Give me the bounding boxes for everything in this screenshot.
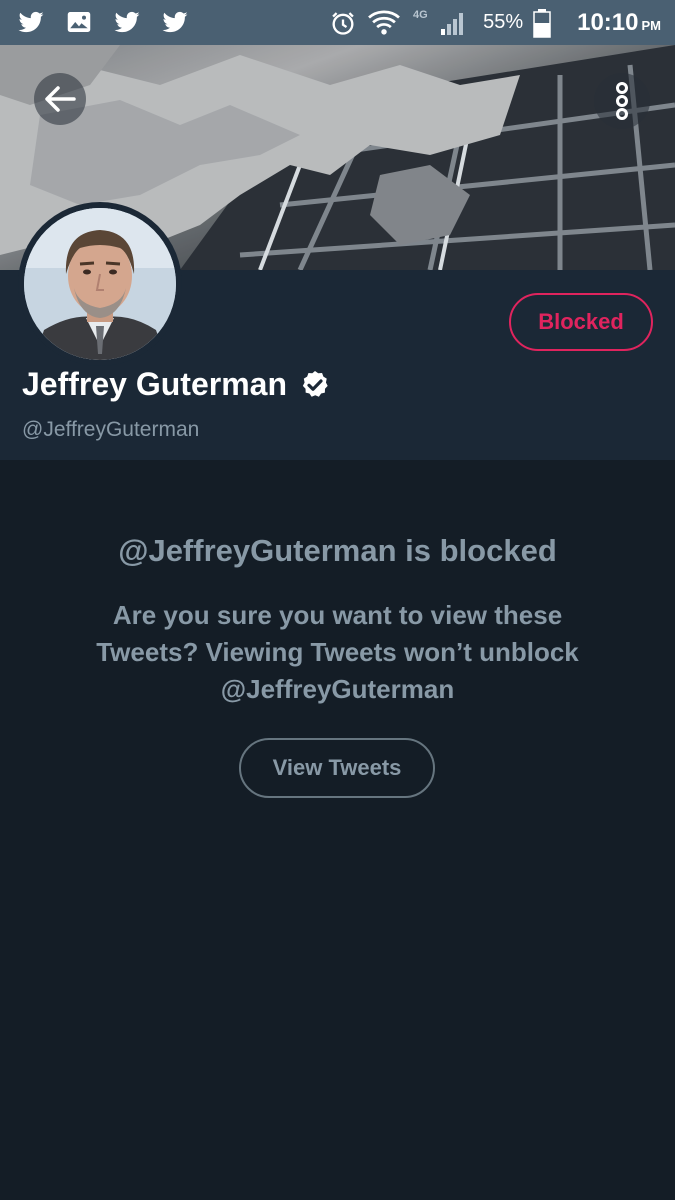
clock-ampm: PM <box>641 17 662 33</box>
blocked-message: Are you sure you want to view these Twee… <box>96 600 579 704</box>
blocked-button[interactable]: Blocked <box>509 293 653 351</box>
more-options-button[interactable] <box>594 73 650 129</box>
twitter-icon <box>114 11 140 33</box>
twitter-icon <box>162 11 188 33</box>
battery-percent: 55% <box>483 11 524 33</box>
profile-handle: @JeffreyGuterman <box>22 418 200 441</box>
blocked-title: @JeffreyGuterman is blocked <box>118 533 557 568</box>
back-button[interactable] <box>34 73 86 125</box>
verified-badge-icon <box>302 370 328 397</box>
display-name-row: Jeffrey Guterman <box>22 366 331 403</box>
avatar[interactable] <box>18 202 182 366</box>
wifi-icon <box>368 10 400 35</box>
display-name: Jeffrey Guterman <box>22 366 287 402</box>
battery-icon <box>533 8 551 38</box>
image-icon <box>67 12 91 32</box>
avatar-image <box>24 208 176 360</box>
view-tweets-button[interactable]: View Tweets <box>239 738 435 798</box>
system-indicators: 4G 55% 10:10 PM <box>329 0 661 45</box>
arrow-left-icon <box>45 86 76 112</box>
blocked-notice: @JeffreyGuterman is blocked Are you sure… <box>0 461 675 1200</box>
clock-time: 10:10 <box>577 8 639 36</box>
clock: 10:10 PM <box>577 9 661 37</box>
more-vertical-icon <box>616 82 628 120</box>
twitter-icon <box>18 11 44 33</box>
notification-icons <box>14 7 192 37</box>
network-label: 4G <box>413 9 428 21</box>
status-bar: 4G 55% 10:10 PM <box>0 0 675 45</box>
signal-icon: 4G <box>413 9 464 35</box>
alarm-icon <box>332 11 354 35</box>
